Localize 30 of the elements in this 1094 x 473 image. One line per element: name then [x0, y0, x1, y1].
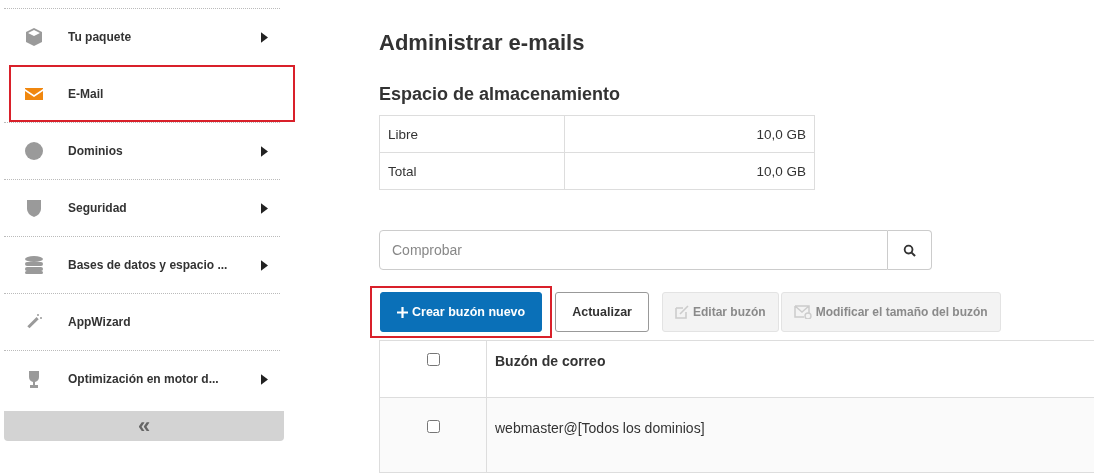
search-button[interactable] — [888, 230, 932, 270]
checkbox[interactable] — [426, 420, 440, 433]
table-cell: webmaster@[Todos los dominios] — [486, 397, 1094, 473]
sidebar-item[interactable]: Optimización en motor d... — [4, 350, 280, 407]
sidebar-item[interactable]: E-Mail — [9, 65, 295, 122]
envelope-icon — [793, 305, 812, 319]
table-cell: 10,0 GB — [564, 115, 815, 153]
sidebar-item[interactable]: Tu paquete — [4, 8, 280, 65]
collapse-button[interactable]: « — [4, 411, 284, 441]
plus-icon — [397, 306, 408, 318]
table-cell: 10,0 GB — [564, 152, 815, 190]
database-icon — [24, 255, 44, 275]
section-title: Espacio de almacenamiento — [379, 84, 622, 105]
edit-icon — [674, 305, 689, 319]
checkbox[interactable] — [426, 353, 440, 366]
sidebar-item[interactable]: Bases de datos y espacio ... — [4, 236, 280, 293]
box-icon — [24, 27, 44, 47]
toolbar-button[interactable]: Crear buzón nuevo — [380, 292, 543, 332]
column-header: Buzón de correo — [486, 340, 1094, 398]
page-title: Administrar e-mails — [379, 30, 586, 56]
table-cell: Libre — [379, 115, 565, 153]
sidebar-item[interactable]: AppWizard — [4, 293, 280, 350]
sidebar-item[interactable]: Dominios — [4, 122, 280, 179]
search-field[interactable]: Comprobar — [379, 230, 888, 270]
sidebar-item[interactable]: Seguridad — [4, 179, 280, 236]
shield-icon — [24, 198, 44, 218]
globe-icon — [24, 141, 44, 161]
search-icon — [903, 243, 916, 257]
table-cell: Total — [379, 152, 565, 190]
toolbar-button[interactable]: Actualizar — [555, 292, 649, 332]
